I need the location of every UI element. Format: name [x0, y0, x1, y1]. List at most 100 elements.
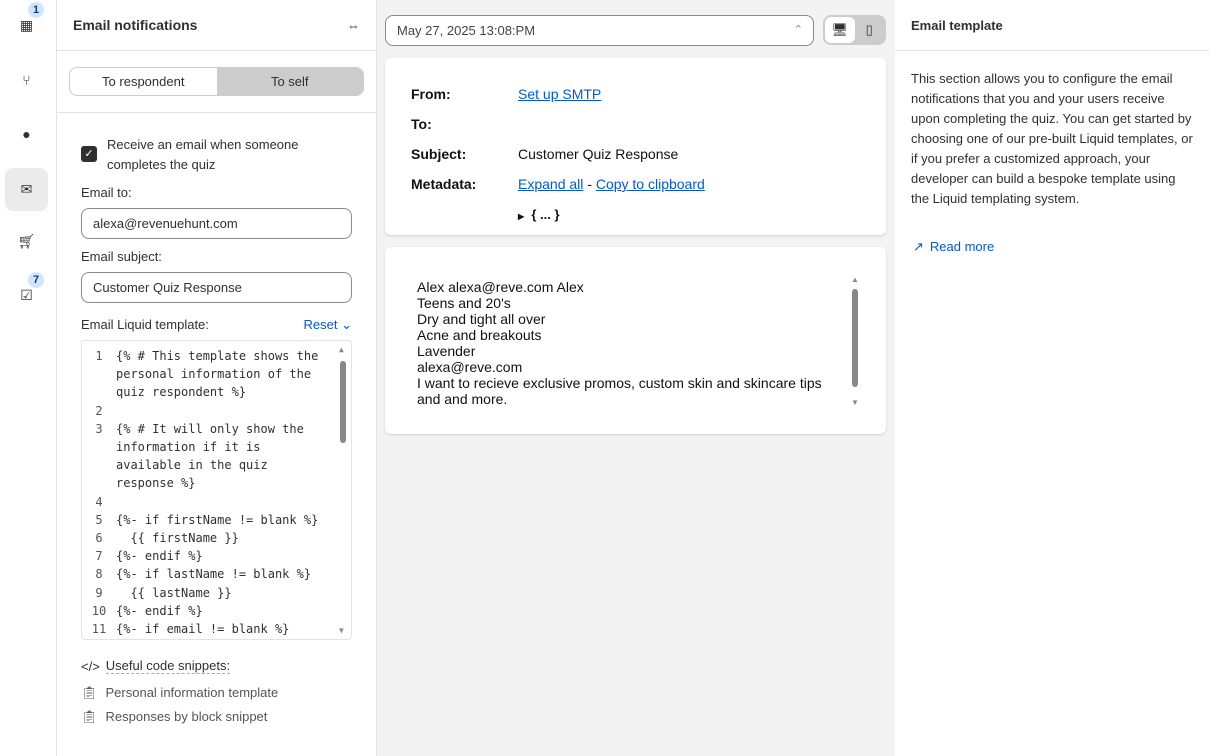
snippet-responses-by-block[interactable]: 📋︎ Responses by block snippet	[81, 709, 352, 725]
email-subject-label: Email subject:	[81, 249, 162, 264]
collapse-icon[interactable]: ⇔	[347, 18, 360, 33]
device-toggle: 🖥︎ ▯	[823, 15, 886, 45]
line-text: {%- endif %}	[116, 549, 203, 564]
body-line: Alex alexa@reve.com Alex	[417, 279, 584, 295]
icon-rail: ▦ 1 ⑂ ● ✉ 🛒︎ ☑ 7	[0, 0, 57, 756]
code-line: 11 {%- if email != blank %}	[82, 620, 351, 638]
code-line: 8 {%- if lastName != blank %}	[82, 565, 351, 583]
line-text	[116, 402, 326, 420]
count-badge: 1	[28, 2, 44, 18]
code-line: 3 {% # It will only show the information …	[82, 420, 351, 493]
tab-to-self[interactable]: To self	[216, 68, 363, 95]
help-description: This section allows you to configure the…	[911, 71, 1193, 206]
line-text: {{ lastName }}	[116, 585, 232, 600]
code-line: 7 {%- endif %}	[82, 547, 351, 565]
code-line: 6 {{ firstName }}	[82, 529, 351, 547]
mobile-icon[interactable]: ▯	[855, 17, 885, 43]
line-number: 8	[95, 567, 103, 582]
body-line: Teens and 20's	[417, 295, 511, 311]
email-subject-input[interactable]: Customer Quiz Response	[81, 272, 352, 303]
tab-to-respondent[interactable]: To respondent	[70, 68, 217, 95]
response-date-select[interactable]: May 27, 2025 13:08:PM ⌃	[385, 15, 814, 46]
line-number: 1	[95, 349, 103, 363]
subject-label: Subject:	[411, 146, 467, 162]
template-label: Email Liquid template:	[81, 317, 209, 332]
cart-icon: 🛒︎	[17, 233, 36, 249]
snippet-personal-info[interactable]: 📋︎ Personal information template	[81, 685, 352, 701]
line-text: {%- if email != blank %}	[116, 622, 290, 637]
body-scrollbar[interactable]: ▲ ▼	[850, 275, 860, 407]
subject-value: Customer Quiz Response	[518, 146, 679, 162]
code-line: 4	[82, 493, 351, 511]
help-panel: Email template This section allows you t…	[895, 0, 1209, 756]
body-line: Dry and tight all over	[417, 311, 546, 327]
code-line: 9 {{ lastName }}	[82, 584, 351, 602]
panel-title: Email notifications	[73, 17, 198, 33]
body-line: alexa@reve.com	[417, 359, 523, 375]
rail-item-branch[interactable]: ⑂	[5, 58, 48, 101]
read-more-label: Read more	[929, 239, 995, 254]
email-body-card: Alex alexa@reve.com Alex Teens and 20's Dr…	[385, 247, 886, 434]
line-number: 7	[95, 549, 103, 564]
code-icon: </>	[81, 658, 100, 674]
body-line: I want to recieve exclusive promos, cust…	[417, 375, 822, 407]
expand-all-link[interactable]: Expand all	[518, 176, 583, 192]
rail-item-blocks[interactable]: ▦ 1	[5, 2, 48, 47]
line-text	[116, 493, 326, 511]
line-text: {% # This template shows the personal in…	[116, 349, 326, 400]
line-text: {%- endif %}	[116, 603, 203, 618]
line-number: 4	[95, 494, 103, 509]
code-line: 1 {% # This template shows the personal i…	[82, 347, 351, 402]
checklist-icon: ☑	[20, 287, 33, 303]
to-label: To:	[411, 116, 432, 132]
line-number: 10	[91, 603, 107, 618]
rail-item-design[interactable]: ●	[5, 112, 48, 155]
code-line: 2	[82, 402, 351, 420]
line-number: 11	[91, 622, 107, 637]
email-notifications-panel: Email notifications ⇔ To respondent To se…	[57, 0, 377, 756]
reset-button[interactable]: Reset ⌄	[304, 317, 352, 333]
chevron-updown-icon: ⌃	[793, 24, 803, 36]
line-text: {%- if lastName != blank %}	[116, 567, 312, 582]
code-line: 10 {%- endif %}	[82, 602, 351, 620]
email-header-card: From: Set up SMTP To: Subject: Customer Qu…	[385, 58, 886, 235]
checkbox-label: Receive an email when someone completes …	[107, 137, 299, 172]
rail-item-email[interactable]: ✉	[5, 168, 48, 211]
line-text: {% # It will only show the information i…	[116, 421, 312, 491]
line-text: {%- if firstName != blank %}	[116, 512, 319, 527]
recipient-toggle: To respondent To self	[69, 67, 364, 96]
drop-icon: ●	[22, 125, 31, 142]
blocks-icon: ▦	[19, 17, 34, 33]
body-line: Lavender	[417, 343, 476, 359]
clipboard-icon: 📋︎	[81, 685, 98, 700]
editor-scrollbar[interactable]: ▲ ▼	[338, 345, 348, 635]
line-number: 5	[95, 512, 103, 527]
clipboard-icon: 📋︎	[81, 709, 98, 724]
branch-icon: ⑂	[22, 71, 31, 88]
snippets-label: Useful code snippets:	[105, 658, 231, 674]
body-line: Acne and breakouts	[417, 327, 542, 343]
rail-item-cart[interactable]: 🛒︎	[5, 220, 48, 263]
snippet-label: Personal information template	[105, 685, 279, 700]
copy-clipboard-link[interactable]: Copy to clipboard	[596, 176, 705, 192]
desktop-icon[interactable]: 🖥︎	[825, 17, 855, 43]
code-line: 5 {%- if firstName != blank %}	[82, 511, 351, 529]
snippet-label: Responses by block snippet	[105, 709, 268, 724]
from-label: From:	[411, 86, 451, 102]
mail-icon: ✉	[20, 181, 33, 197]
liquid-template-editor[interactable]: ▲ ▼ 1 {% # This template shows the persona…	[81, 340, 352, 640]
line-number: 2	[95, 403, 103, 418]
line-text: {{ firstName }}	[116, 531, 239, 546]
line-number: 3	[95, 421, 103, 436]
rail-item-checklist[interactable]: ☑ 7	[5, 272, 48, 317]
receive-email-checkbox[interactable]: ✓	[81, 146, 97, 162]
expand-triangle-icon[interactable]: ▶	[518, 212, 524, 221]
help-title: Email template	[911, 17, 1003, 33]
separator: -	[587, 176, 592, 192]
read-more-link[interactable]: ↗ Read more	[895, 239, 1209, 255]
email-to-input[interactable]: alexa@revenuehunt.com	[81, 208, 352, 239]
metadata-json[interactable]: { ... }	[531, 207, 559, 222]
preview-area: May 27, 2025 13:08:PM ⌃ 🖥︎ ▯ From: Set up …	[377, 0, 895, 756]
setup-smtp-link[interactable]: Set up SMTP	[518, 86, 601, 102]
email-to-label: Email to:	[81, 185, 132, 200]
